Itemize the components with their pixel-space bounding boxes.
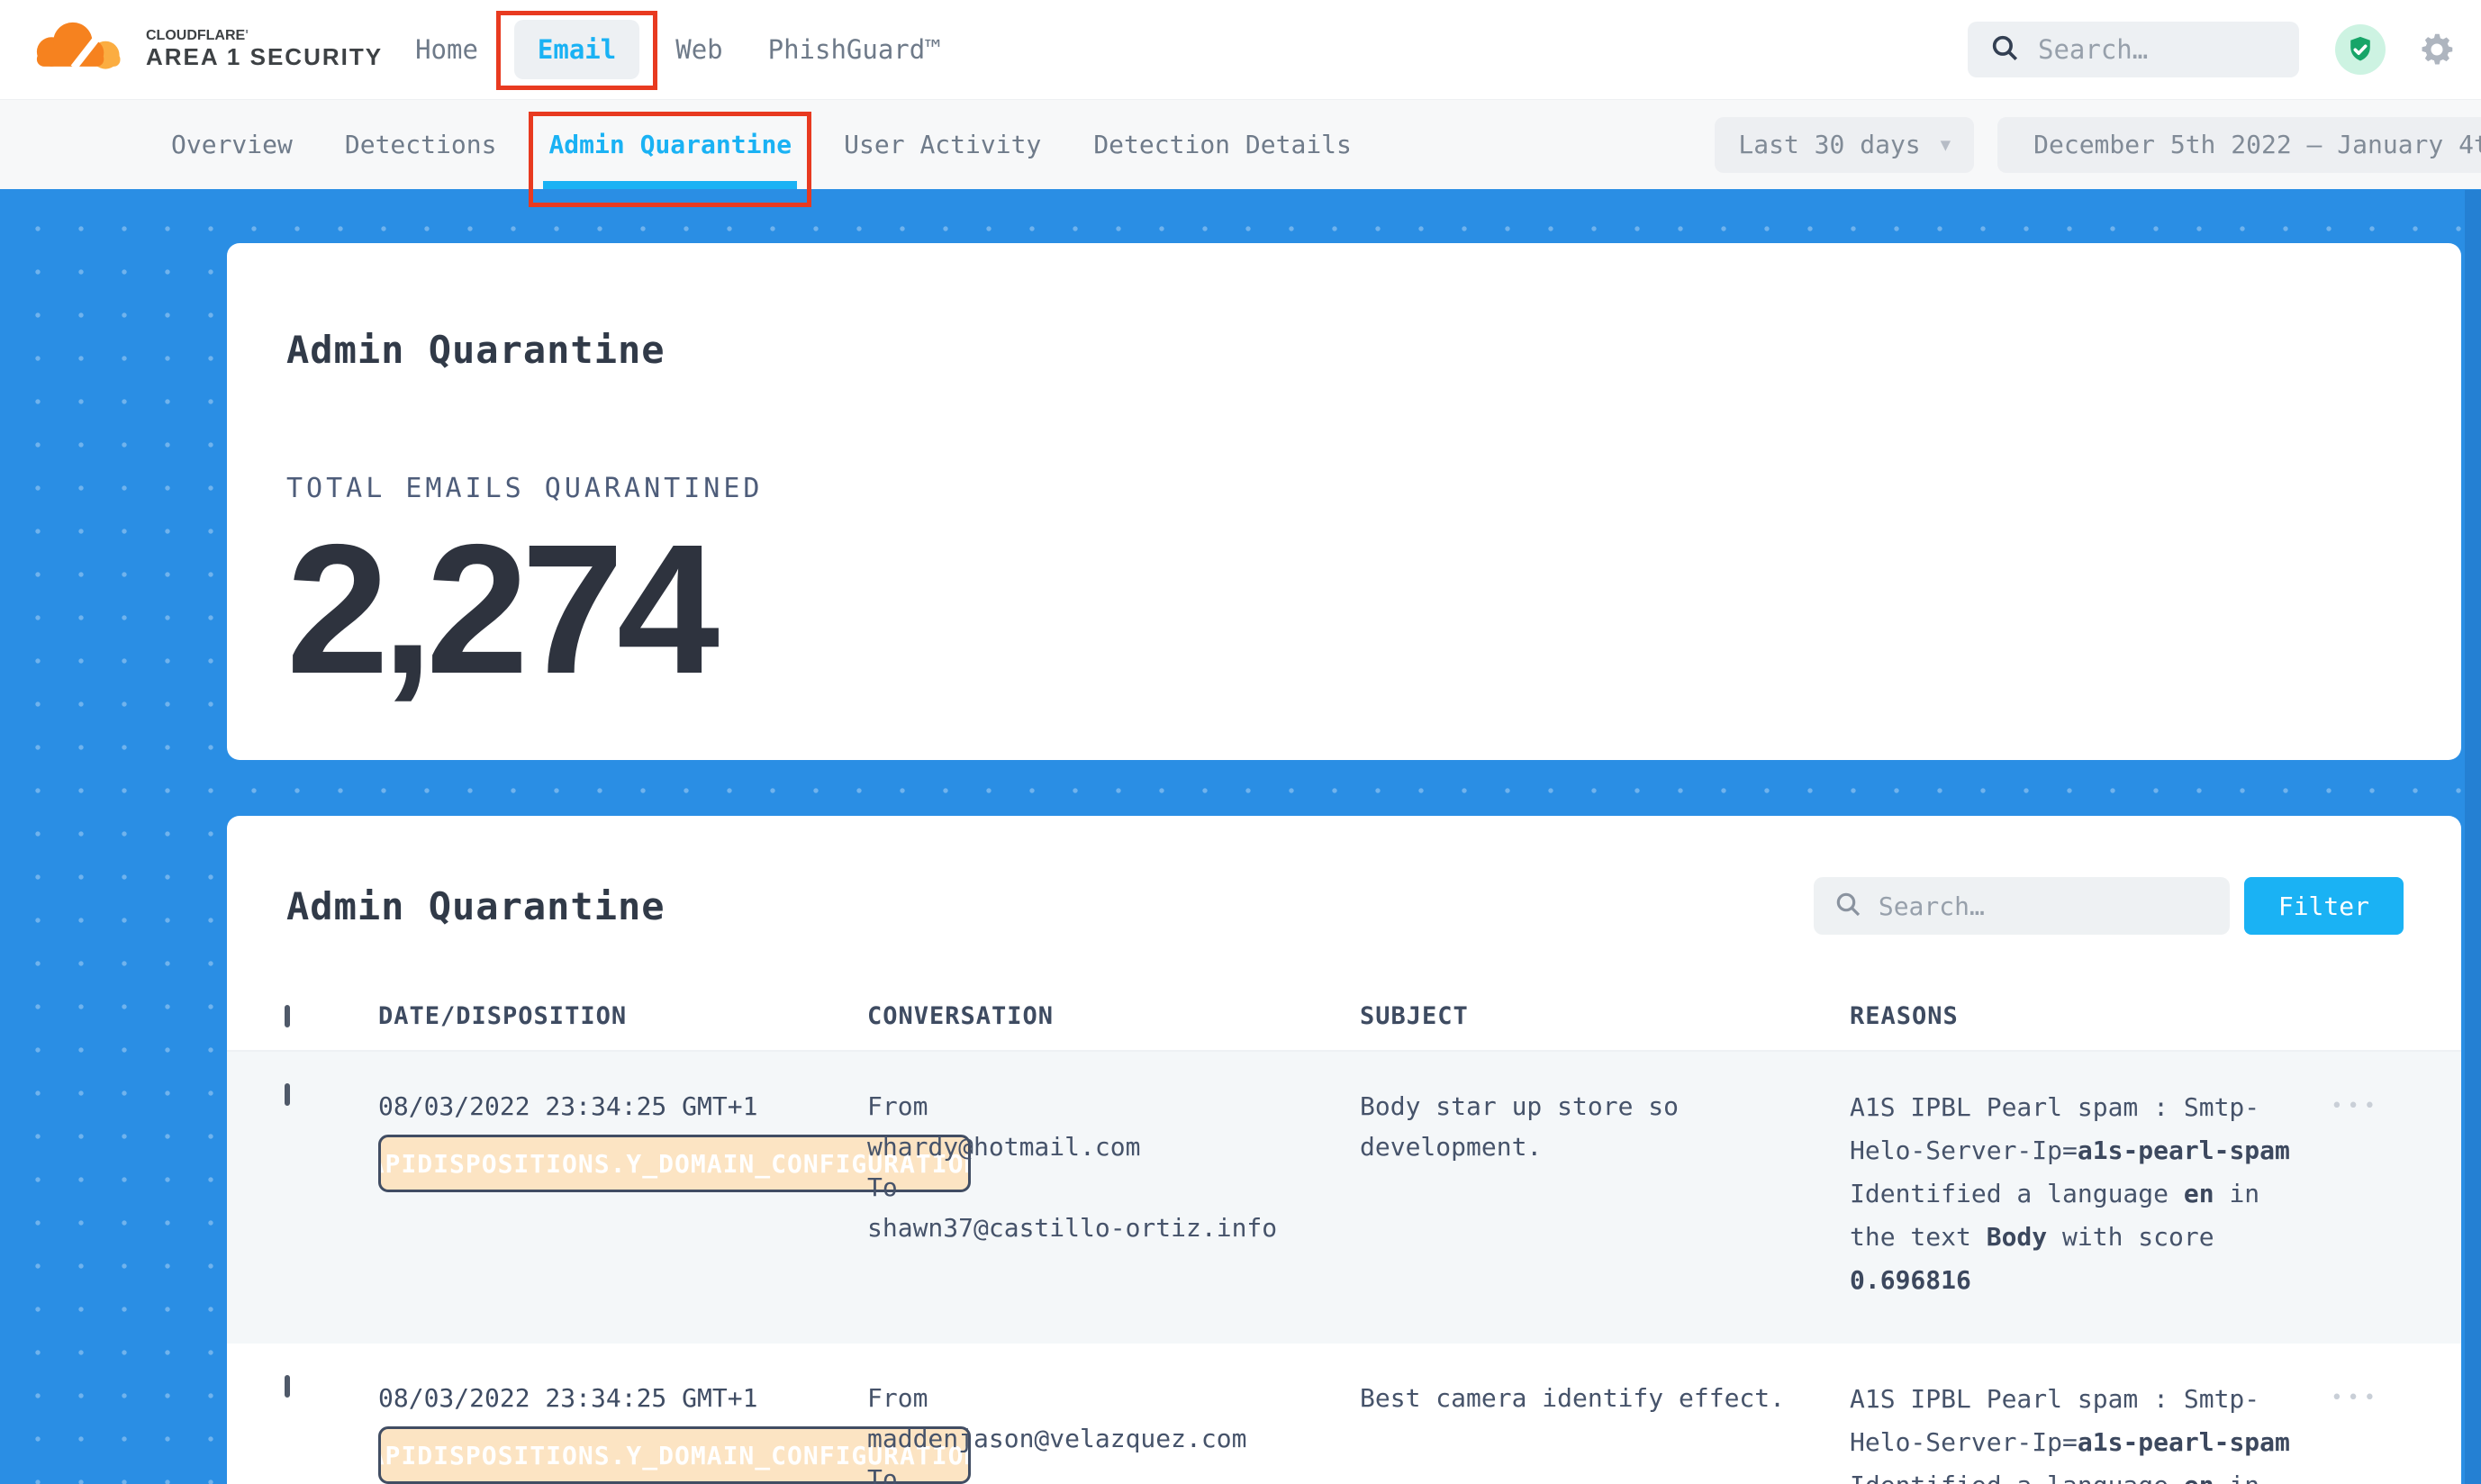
main-content: Admin Quarantine TOTAL EMAILS QUARANTINE…: [0, 189, 2481, 1484]
row-date: 08/03/2022 23:34:25 GMT+1: [378, 1383, 757, 1413]
row-date: 08/03/2022 23:34:25 GMT+1: [378, 1091, 757, 1121]
reasons-cell: A1S IPBL Pearl spam : Smtp-Helo-Server-I…: [1850, 1086, 2300, 1302]
reason-segment: Identified a language: [1850, 1179, 2184, 1208]
to-label: To: [867, 1459, 1360, 1484]
row-checkbox[interactable]: [285, 1083, 290, 1106]
period-dropdown[interactable]: Last 30 days ▼: [1715, 117, 1974, 173]
tab-admin-quarantine-label: Admin Quarantine: [548, 130, 792, 159]
brand-trademark: ': [245, 28, 249, 43]
filter-button[interactable]: Filter: [2244, 877, 2404, 935]
security-status-badge[interactable]: [2335, 24, 2386, 75]
summary-card: Admin Quarantine TOTAL EMAILS QUARANTINE…: [227, 243, 2461, 760]
tab-phishguard[interactable]: PhishGuard™: [759, 29, 950, 70]
brand-text: CLOUDFLARE' AREA 1 SECURITY: [146, 28, 383, 70]
subject-cell: Body star up store so development.: [1360, 1086, 1850, 1302]
reason-segment: en: [2184, 1470, 2214, 1484]
tab-user-activity[interactable]: User Activity: [844, 100, 1041, 189]
metric-label: TOTAL EMAILS QUARANTINED: [286, 473, 2402, 504]
conversation-cell: From whardy@hotmail.com To shawn37@casti…: [867, 1086, 1360, 1302]
from-address: maddenjason@velazquez.com: [867, 1418, 1360, 1459]
quarantine-table-card: Admin Quarantine Filter DATE/DISPOSITION…: [227, 816, 2461, 1484]
column-header-subject: SUBJECT: [1360, 1002, 1850, 1030]
tab-email[interactable]: Email: [514, 20, 639, 79]
tab-admin-quarantine[interactable]: Admin Quarantine: [548, 100, 792, 189]
reason-segment: Identified a language: [1850, 1470, 2184, 1484]
reason-segment: en: [2184, 1179, 2214, 1208]
column-header-reasons: REASONS: [1850, 1002, 2300, 1030]
reason-segment: with score: [2047, 1222, 2214, 1252]
date-range-picker[interactable]: December 5th 2022 — January 4th 2023: [1997, 117, 2481, 173]
table-header-row: DATE/DISPOSITION CONVERSATION SUBJECT RE…: [227, 982, 2461, 1052]
secondary-nav: Overview Detections Admin Quarantine Use…: [0, 99, 2481, 189]
select-all-checkbox[interactable]: [285, 1005, 290, 1027]
reasons-cell: A1S IPBL Pearl spam : Smtp-Helo-Server-I…: [1850, 1378, 2300, 1484]
primary-nav: Home Email Web PhishGuard™: [406, 20, 950, 79]
date-disposition-cell: 08/03/2022 23:34:25 GMT+1 APIDISPOSITION…: [378, 1378, 867, 1484]
table-card-title: Admin Quarantine: [286, 884, 666, 928]
column-header-conversation: CONVERSATION: [867, 1002, 1360, 1030]
column-header-date: DATE/DISPOSITION: [378, 1002, 867, 1030]
period-dropdown-label: Last 30 days: [1738, 130, 1920, 159]
metric-value: 2,274: [286, 517, 2402, 701]
reason-segment: 0.696816: [1850, 1265, 1971, 1295]
scrollbar[interactable]: [2465, 190, 2481, 1484]
table-search-input[interactable]: [1879, 891, 2210, 921]
from-address: whardy@hotmail.com: [867, 1127, 1360, 1167]
tab-home[interactable]: Home: [406, 29, 487, 70]
row-actions-menu-icon[interactable]: •••: [2331, 1387, 2380, 1409]
table-row: 08/03/2022 23:34:25 GMT+1 APIDISPOSITION…: [227, 1052, 2461, 1344]
reason-segment: a1s-pearl-spam: [2078, 1136, 2290, 1165]
table-search[interactable]: [1814, 877, 2230, 935]
from-label: From: [867, 1378, 1360, 1418]
to-address: shawn37@castillo-ortiz.info: [867, 1208, 1360, 1248]
chevron-down-icon: ▼: [1941, 135, 1951, 155]
conversation-cell: From maddenjason@velazquez.com To bradle…: [867, 1378, 1360, 1484]
cloudflare-logo[interactable]: CLOUDFLARE' AREA 1 SECURITY: [27, 14, 383, 85]
global-search-input[interactable]: [2038, 34, 2277, 65]
app-header: CLOUDFLARE' AREA 1 SECURITY Home Email W…: [0, 0, 2481, 99]
tab-detection-details[interactable]: Detection Details: [1093, 100, 1352, 189]
reason-segment: a1s-pearl-spam: [2078, 1427, 2290, 1457]
brand-name: CLOUDFLARE: [146, 28, 245, 43]
row-actions-menu-icon[interactable]: •••: [2331, 1095, 2380, 1118]
date-controls: Last 30 days ▼ December 5th 2022 — Janua…: [1715, 100, 2481, 189]
cloudflare-cloud-icon: [27, 14, 133, 85]
row-checkbox[interactable]: [285, 1375, 290, 1398]
tab-web[interactable]: Web: [666, 29, 731, 70]
active-tab-underline: [543, 181, 797, 189]
tab-email-label: Email: [538, 34, 616, 65]
date-disposition-cell: 08/03/2022 23:34:25 GMT+1 APIDISPOSITION…: [378, 1086, 867, 1302]
tab-overview[interactable]: Overview: [171, 100, 293, 189]
settings-gear-icon[interactable]: [2416, 29, 2458, 70]
table-card-header: Admin Quarantine Filter: [227, 877, 2461, 935]
search-icon: [1989, 32, 2020, 67]
from-label: From: [867, 1086, 1360, 1127]
table-controls: Filter: [1814, 877, 2404, 935]
summary-card-title: Admin Quarantine: [286, 328, 2402, 372]
table-row: 08/03/2022 23:34:25 GMT+1 APIDISPOSITION…: [227, 1344, 2461, 1484]
to-label: To: [867, 1167, 1360, 1208]
search-icon: [1834, 890, 1862, 922]
subject-cell: Best camera identify effect.: [1360, 1378, 1850, 1484]
reason-segment: Body: [1987, 1222, 2047, 1252]
tab-detections[interactable]: Detections: [345, 100, 497, 189]
brand-subtitle: AREA 1 SECURITY: [146, 44, 383, 70]
date-range-label: December 5th 2022 — January 4th 2023: [2033, 130, 2481, 159]
global-search[interactable]: [1968, 22, 2299, 77]
